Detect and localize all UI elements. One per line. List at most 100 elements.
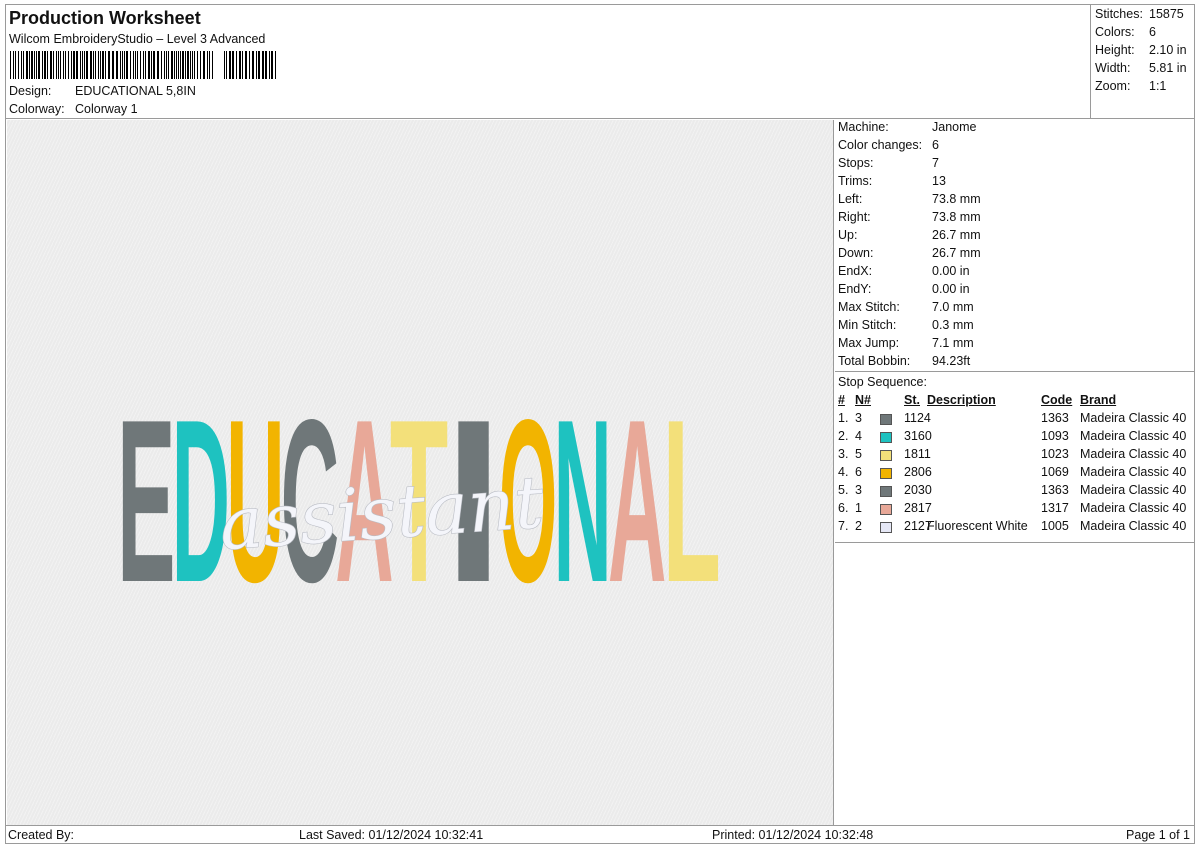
info-value: 26.7 mm	[932, 246, 981, 260]
table-row: 6. 1 2817 1317 Madeira Classic 40	[835, 501, 1194, 519]
info-row: Color changes: 6	[838, 138, 939, 156]
stitch-count: 2817	[904, 501, 932, 515]
barcode-bar	[187, 51, 189, 79]
stat-label: Stitches:	[1095, 7, 1143, 21]
info-row: Min Stitch: 0.3 mm	[838, 318, 974, 336]
table-row: 5. 3 2030 1363 Madeira Classic 40	[835, 483, 1194, 501]
stop-number: 7.	[838, 519, 849, 533]
table-row: 7. 2 2127 Fluorescent White 1005 Madeira Clas…	[835, 519, 1194, 537]
needle-number: 6	[855, 465, 862, 479]
info-value: 13	[932, 174, 946, 188]
barcode-bar	[245, 51, 247, 79]
info-label: Down:	[838, 246, 874, 260]
barcode-bar	[18, 51, 19, 79]
design-letter: N	[553, 372, 612, 631]
col-header-stitches: St.	[904, 393, 920, 407]
table-row: 1. 3 1124 1363 Madeira Classic 40	[835, 411, 1194, 429]
thread-brand: Madeira Classic 40	[1080, 411, 1187, 425]
stitch-count: 1811	[904, 447, 931, 461]
barcode-bar	[80, 51, 81, 79]
info-value: 0.00 in	[932, 282, 970, 296]
barcode-bar	[143, 51, 144, 79]
barcode-bar	[34, 51, 35, 79]
stop-number: 5.	[838, 483, 849, 497]
thread-brand: Madeira Classic 40	[1080, 447, 1187, 461]
barcode-bar	[126, 51, 128, 79]
stitch-count: 3160	[904, 429, 932, 443]
barcode-bar	[65, 51, 66, 79]
info-row: Up: 26.7 mm	[838, 228, 981, 246]
software-name: Wilcom EmbroideryStudio – Level 3 Advanc…	[9, 32, 266, 46]
barcode-bar	[116, 51, 118, 79]
col-header-needle: N#	[855, 393, 871, 407]
thread-code: 1023	[1041, 447, 1069, 461]
thread-brand: Madeira Classic 40	[1080, 465, 1187, 479]
barcode-bar	[135, 51, 136, 79]
barcode-bar	[178, 51, 179, 79]
design-row: Design: EDUCATIONAL 5,8IN	[9, 84, 196, 98]
info-row: Right: 73.8 mm	[838, 210, 981, 228]
barcode-bar	[164, 51, 165, 79]
barcode-bar	[229, 51, 231, 79]
design-letter: E	[117, 372, 176, 631]
stat-row: Width: 5.81 in	[1095, 61, 1187, 75]
barcode-bar	[242, 51, 243, 79]
thread-code: 1005	[1041, 519, 1069, 533]
info-row: Stops: 7	[838, 156, 939, 174]
needle-number: 3	[855, 411, 862, 425]
info-label: Up:	[838, 228, 858, 242]
barcode-bar	[105, 51, 106, 79]
barcode-bar	[100, 51, 101, 79]
stat-row: Zoom: 1:1	[1095, 79, 1166, 93]
barcode-bar	[47, 51, 48, 79]
design-value: EDUCATIONAL 5,8IN	[75, 84, 196, 98]
worksheet-header: Production Worksheet Wilcom EmbroiderySt…	[6, 5, 1090, 119]
design-letter: A	[608, 372, 667, 631]
info-label: Left:	[838, 192, 863, 206]
barcode-bar	[58, 51, 59, 79]
barcode-bar	[68, 51, 69, 79]
barcode-bar	[190, 51, 191, 79]
barcode-bar	[23, 51, 24, 79]
needle-number: 5	[855, 447, 862, 461]
barcode-bar	[258, 51, 260, 79]
stat-value: 2.10 in	[1149, 43, 1187, 57]
barcode-bar	[269, 51, 270, 79]
barcode-bar	[145, 51, 146, 79]
thread-code: 1069	[1041, 465, 1069, 479]
col-header-code: Code	[1041, 393, 1073, 407]
info-value: 7	[932, 156, 939, 170]
barcode-bar	[151, 51, 152, 79]
barcode	[10, 51, 276, 79]
col-header-description: Description	[927, 393, 996, 407]
thread-code: 1363	[1041, 483, 1069, 497]
barcode-bar	[157, 51, 159, 79]
thread-brand: Madeira Classic 40	[1080, 501, 1187, 515]
info-row: EndX: 0.00 in	[838, 264, 970, 282]
barcode-bar	[53, 51, 54, 79]
worksheet-footer: Created By: Last Saved: 01/12/2024 10:32…	[6, 825, 1194, 844]
stitch-count: 2030	[904, 483, 932, 497]
barcode-bar	[63, 51, 64, 79]
barcode-bar	[26, 51, 28, 79]
barcode-bar	[137, 51, 138, 79]
barcode-bar	[122, 51, 123, 79]
barcode-bar	[209, 51, 210, 79]
barcode-bar	[265, 51, 267, 79]
info-row: Max Stitch: 7.0 mm	[838, 300, 974, 318]
colorway-label: Colorway:	[9, 102, 65, 116]
barcode-bar	[226, 51, 227, 79]
info-label: EndX:	[838, 264, 873, 278]
info-label: Trims:	[838, 174, 873, 188]
info-label: Machine:	[838, 120, 889, 134]
barcode-bar	[108, 51, 110, 79]
barcode-bar	[95, 51, 96, 79]
barcode-bar	[29, 51, 30, 79]
info-label: Max Jump:	[838, 336, 900, 350]
info-value: 7.1 mm	[932, 336, 974, 350]
color-swatch	[880, 432, 892, 443]
barcode-bar	[256, 51, 257, 79]
barcode-bar	[44, 51, 46, 79]
stitch-count: 2806	[904, 465, 932, 479]
barcode-bar	[90, 51, 92, 79]
